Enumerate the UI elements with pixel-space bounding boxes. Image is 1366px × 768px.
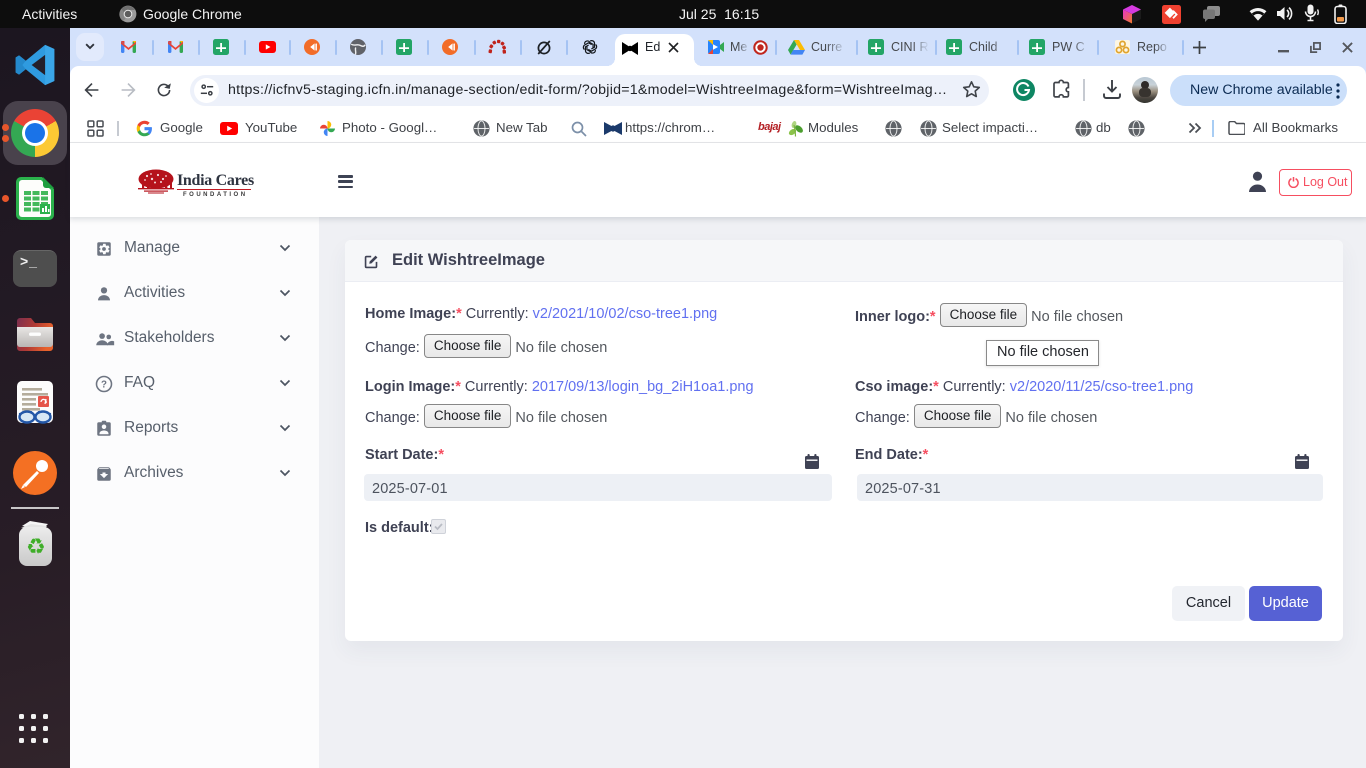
- svg-text:?: ?: [101, 379, 107, 390]
- svg-text:♻: ♻: [26, 534, 46, 559]
